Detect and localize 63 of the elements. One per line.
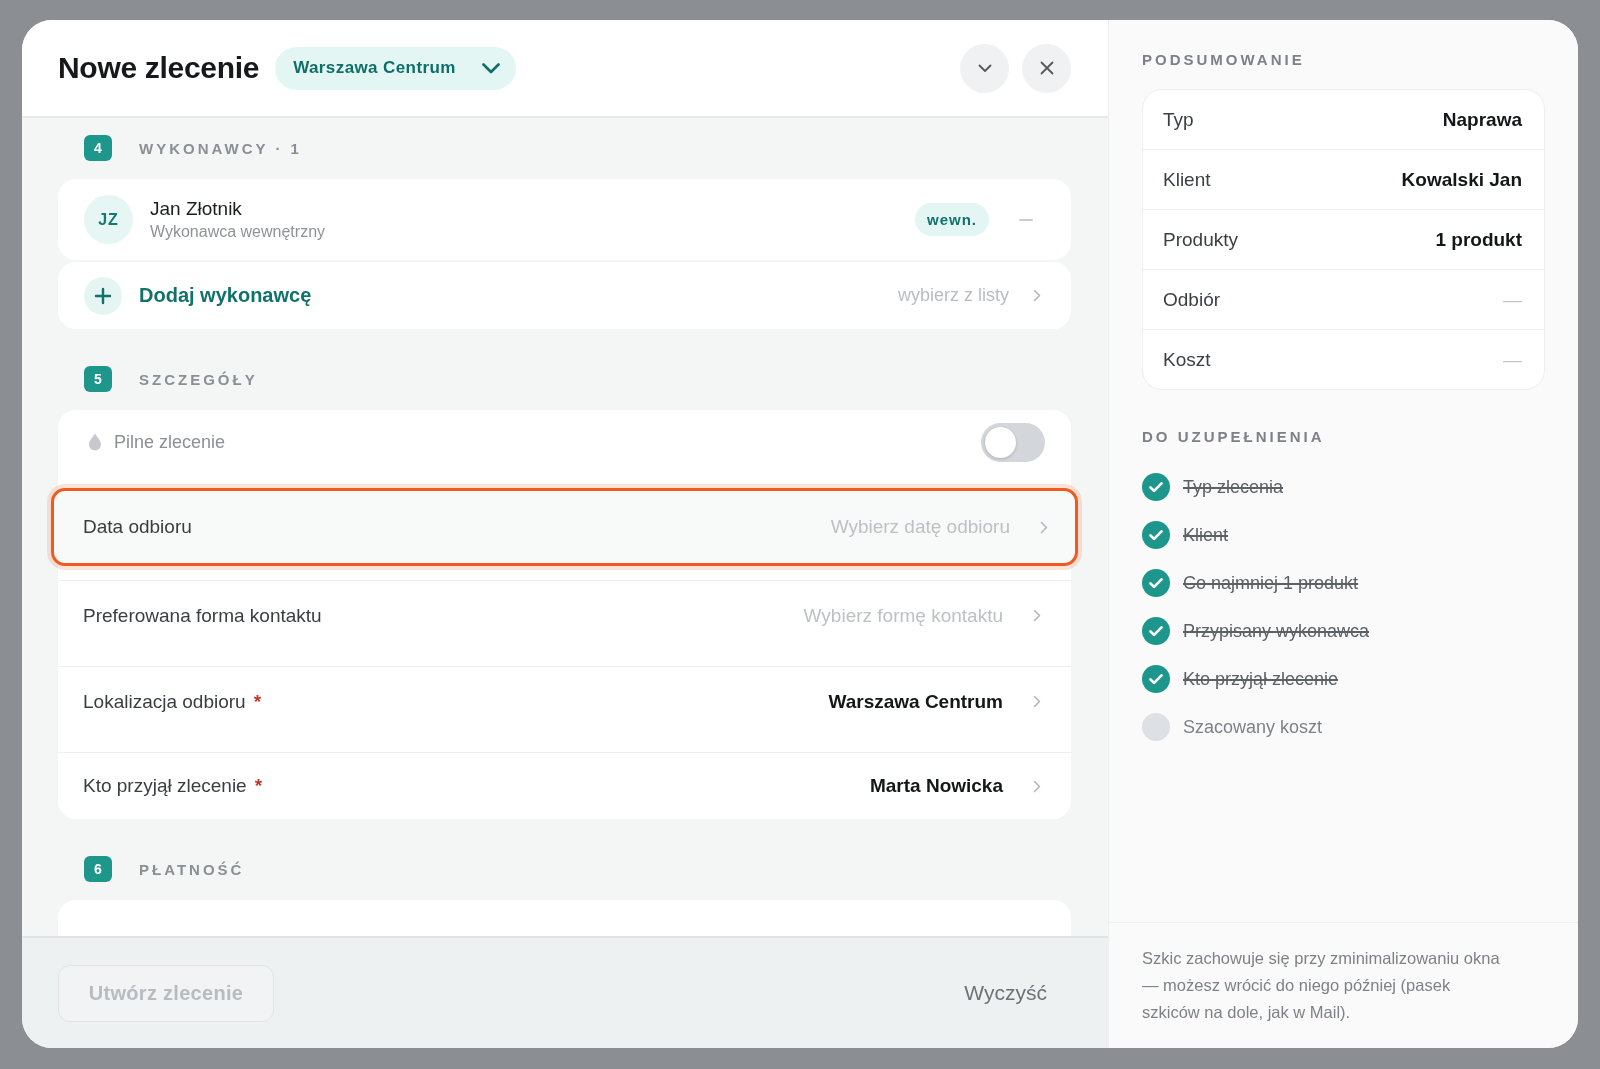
field-label: Kto przyjął zlecenie <box>83 775 247 797</box>
hint-text: wybierz z listy <box>898 285 1009 306</box>
chevron-down-icon <box>977 63 992 73</box>
section-title: SZCZEGÓŁY <box>139 370 258 388</box>
section-title: PŁATNOŚĆ <box>139 860 245 878</box>
contractor-role: Wykonawca wewnętrzny <box>150 223 326 241</box>
checklist-item-text: Typ zlecenia <box>1183 476 1284 498</box>
chevron-right-icon <box>1040 520 1048 534</box>
draft-note: Szkic zachowuje się przy zminimalizowaniu okna — możesz wrócić do niego później (pasek szkiców na dole, jak w Mail). <box>1142 948 1501 1023</box>
chevron-right-icon <box>1033 609 1041 622</box>
close-icon <box>1039 61 1054 75</box>
field-placeholder: Wybierz datę odbioru <box>830 516 1010 538</box>
plus-icon <box>84 276 122 315</box>
location-dropdown[interactable]: Warszawa Centrum <box>275 46 516 90</box>
summary-value: Kowalski Jan <box>1401 168 1522 191</box>
summary-value: Naprawa <box>1442 108 1522 131</box>
summary-value: — <box>1503 348 1522 371</box>
add-contractor-button[interactable]: Dodaj wykonawcę wybierz z listy <box>58 262 1071 329</box>
select-field[interactable]: Kto przyjął zlecenie * Marta Nowicka <box>58 752 1071 819</box>
contractor-name: Jan Złotnik <box>150 198 243 220</box>
section-number-badge: 6 <box>84 856 112 882</box>
summary-value: — <box>1503 288 1522 311</box>
minus-icon[interactable] <box>1019 218 1033 221</box>
field-label: Lokalizacja odbioru <box>83 691 246 713</box>
section-number-badge: 4 <box>84 135 112 161</box>
summary-label: Produkty <box>1163 228 1238 251</box>
field-label: Preferowana forma kontaktu <box>83 605 322 627</box>
required-asterisk: * <box>254 775 263 797</box>
select-field[interactable]: Lokalizacja odbioru * Warszawa Centrum <box>58 666 1071 752</box>
dialog-title: Nowe zlecenie <box>58 51 260 85</box>
summary-label: Koszt <box>1163 348 1211 371</box>
required-asterisk: * <box>253 691 262 713</box>
summary-label: Odbiór <box>1163 288 1221 311</box>
select-field[interactable]: Preferowana forma kontaktu Wybierz formę kontaktu <box>58 580 1071 666</box>
clear-button[interactable]: Wyczyść <box>940 971 1071 1015</box>
section-title: WYKONAWCY · 1 <box>139 139 302 157</box>
select-field[interactable]: Data odbioru Wybierz datę odbioru <box>51 488 1078 566</box>
contractor-tag: wewn. <box>915 203 989 236</box>
chevron-right-icon <box>1033 695 1041 708</box>
checklist-item-text: Co najmniej 1 produkt <box>1183 572 1359 594</box>
checklist-item-text: Przypisany wykonawca <box>1183 620 1370 642</box>
avatar-initials: JZ <box>84 195 133 244</box>
drop-icon <box>88 433 102 451</box>
field-value: Warszawa Centrum <box>828 691 1003 713</box>
toggle-switch[interactable] <box>981 422 1045 462</box>
chevron-right-icon <box>1033 779 1041 793</box>
close-button[interactable] <box>1022 43 1071 93</box>
checklist-item-text: Szacowany koszt <box>1183 716 1323 738</box>
field-placeholder: Wybierz formę kontaktu <box>803 605 1003 627</box>
collapse-button[interactable] <box>960 43 1009 93</box>
summary-heading: PODSUMOWANIE <box>1142 51 1306 69</box>
checklist-item-text: Klient <box>1183 524 1229 546</box>
field-value: Marta Nowicka <box>869 775 1003 797</box>
checklist-item-text: Kto przyjął zlecenie <box>1183 668 1339 690</box>
field-label: Pilne zlecenie <box>114 431 226 453</box>
section-number-badge: 5 <box>84 366 112 392</box>
chevron-right-icon <box>1033 289 1041 302</box>
summary-label: Klient <box>1163 168 1211 191</box>
checklist-heading: DO UZUPEŁNIENIA <box>1142 428 1326 446</box>
chevron-down-icon <box>481 62 500 74</box>
summary-value: 1 produkt <box>1435 228 1522 251</box>
summary-label: Typ <box>1163 108 1194 131</box>
field-label: Data odbioru <box>83 516 192 538</box>
